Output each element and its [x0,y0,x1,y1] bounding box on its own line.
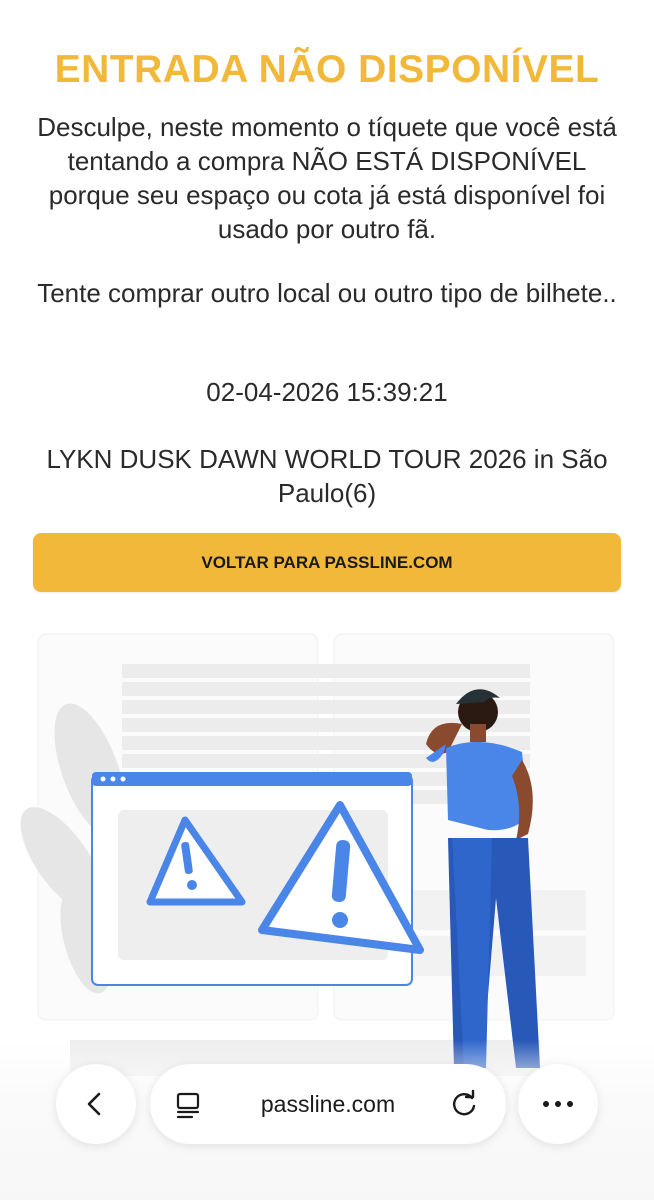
more-icon [543,1101,573,1107]
back-button[interactable] [56,1064,136,1144]
chevron-left-icon [87,1092,101,1116]
more-button[interactable] [518,1064,598,1144]
address-bar[interactable]: passline.com [150,1064,506,1144]
suggestion-text: Tente comprar outro local ou outro tipo … [37,278,617,308]
page-title: ENTRADA NÃO DISPONÍVEL [54,48,600,91]
timestamp: 02-04-2026 15:39:21 [206,377,448,407]
error-message: Desculpe, neste momento o tíquete que vo… [37,112,617,244]
reload-icon[interactable] [448,1088,480,1120]
event-name: LYKN DUSK DAWN WORLD TOUR 2026 in São Pa… [46,444,608,508]
back-to-passline-button[interactable]: VOLTAR PARA PASSLINE.COM [33,533,621,592]
